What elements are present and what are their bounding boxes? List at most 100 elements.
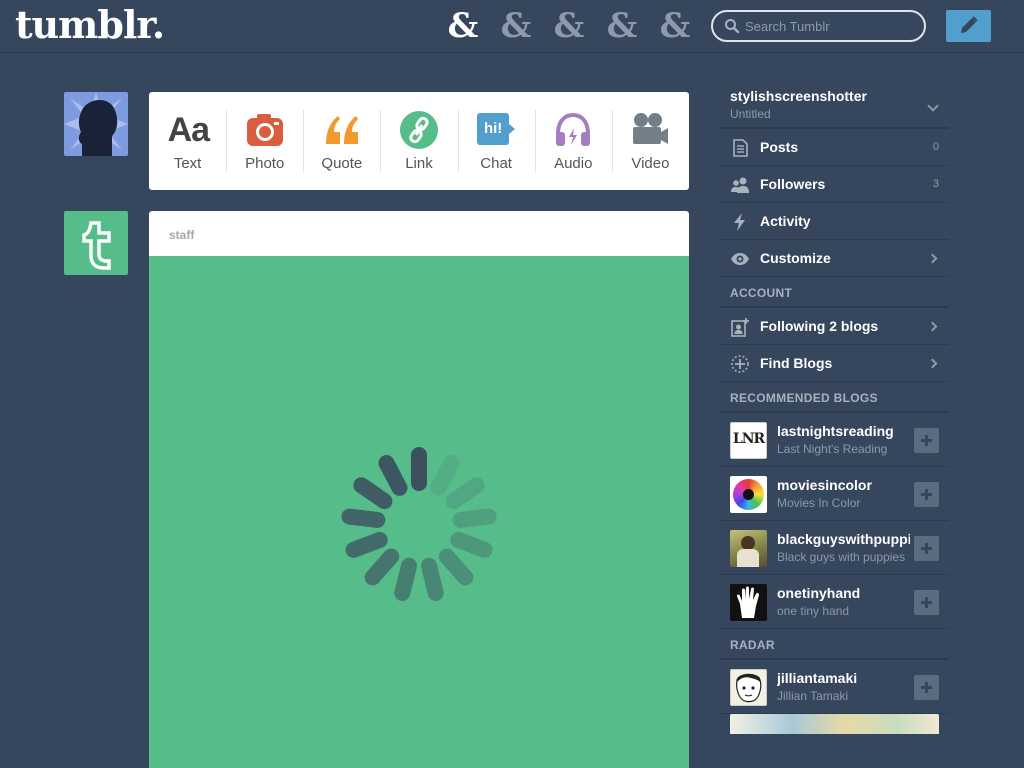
compose-button[interactable] <box>946 10 991 42</box>
sidebar-item-followers[interactable]: Followers 3 <box>720 166 949 203</box>
top-bar: tumblr. & & & & & <box>0 0 1024 53</box>
post-type-text[interactable]: Aa Text <box>149 92 226 190</box>
section-title-text: RADAR <box>730 638 775 652</box>
followers-count: 3 <box>932 178 939 190</box>
posts-icon <box>733 139 748 157</box>
loading-spinner-icon <box>341 447 497 601</box>
tumblr-logo[interactable]: tumblr. <box>15 2 165 47</box>
nav-dashboard-icon[interactable]: & <box>446 6 480 46</box>
post-type-video[interactable]: Video <box>611 92 689 190</box>
recommended-section-title: RECOMMENDED BLOGS <box>720 382 949 413</box>
blog-subtitle: Last Night's Reading <box>777 442 888 456</box>
sidebar-item-following[interactable]: Following 2 blogs <box>720 308 949 345</box>
nav-messages-icon[interactable]: & <box>605 6 639 46</box>
headphones-icon <box>556 112 591 146</box>
chevron-right-icon <box>927 321 938 332</box>
blog-name[interactable]: onetinyhand <box>777 585 910 601</box>
recommended-blog-row[interactable]: blackguyswithpuppies Black guys with pup… <box>720 521 949 575</box>
sidebar-item-posts[interactable]: Posts 0 <box>720 129 949 166</box>
sidebar-item-label: Find Blogs <box>760 355 833 371</box>
post-author[interactable]: staff <box>149 211 689 256</box>
pencil-icon <box>961 16 978 33</box>
post-type-label: Link <box>405 155 433 172</box>
blog-name[interactable]: lastnightsreading <box>777 423 910 439</box>
followers-icon <box>731 177 749 193</box>
section-title-text: RECOMMENDED BLOGS <box>730 391 878 405</box>
follow-button[interactable] <box>914 675 939 700</box>
sidebar-item-activity[interactable]: Activity <box>720 203 949 240</box>
sidebar-item-label: Following 2 blogs <box>760 318 879 334</box>
post-type-label: Text <box>173 155 202 172</box>
tumblr-t-icon <box>82 221 111 270</box>
user-avatar[interactable] <box>64 92 128 156</box>
recommended-blog-row[interactable]: LNR lastnightsreading Last Night's Readi… <box>720 413 949 467</box>
post-media[interactable] <box>149 256 689 768</box>
follow-button[interactable] <box>914 590 939 615</box>
find-blogs-icon <box>731 355 749 373</box>
blog-subtitle: Jillian Tamaki <box>777 689 849 703</box>
search-icon <box>725 19 740 34</box>
blog-subtitle: Untitled <box>730 107 771 121</box>
radar-post-image[interactable] <box>730 714 939 734</box>
radar-section-title: RADAR <box>720 629 949 660</box>
search-box[interactable] <box>711 10 926 42</box>
quote-icon <box>325 116 358 144</box>
post-type-quote[interactable]: Quote <box>303 92 380 190</box>
following-icon <box>731 318 749 337</box>
post-type-label: Quote <box>321 155 363 172</box>
post-type-link[interactable]: Link <box>380 92 457 190</box>
blog-name[interactable]: blackguyswithpuppies <box>777 531 910 547</box>
nav-inbox-icon[interactable]: & <box>552 6 586 46</box>
follow-button[interactable] <box>914 482 939 507</box>
blog-avatar-lettering: LNR <box>732 431 765 447</box>
camera-icon <box>246 114 283 146</box>
sidebar-item-find-blogs[interactable]: Find Blogs <box>720 345 949 382</box>
recommended-blog-row[interactable]: moviesincolor Movies In Color <box>720 467 949 521</box>
blog-avatar[interactable]: LNR <box>730 422 767 459</box>
link-icon <box>399 111 438 149</box>
blog-avatar[interactable] <box>730 476 767 513</box>
nav-account-icon[interactable]: & <box>658 6 692 46</box>
blog-name[interactable]: moviesincolor <box>777 477 910 493</box>
chat-icon: hi! <box>476 110 516 150</box>
video-camera-icon <box>633 113 669 144</box>
sidebar-item-customize[interactable]: Customize <box>720 240 949 277</box>
nav-explore-icon[interactable]: & <box>499 6 533 46</box>
chevron-right-icon <box>927 358 938 369</box>
blog-subtitle: Black guys with puppies <box>777 550 906 564</box>
follow-button[interactable] <box>914 428 939 453</box>
blog-subtitle: one tiny hand <box>777 604 850 618</box>
sidebar-item-label: Followers <box>760 176 826 192</box>
blog-name[interactable]: jilliantamaki <box>777 670 910 686</box>
blog-avatar[interactable] <box>730 584 767 621</box>
post-type-chat[interactable]: hi! Chat <box>457 92 535 190</box>
posts-count: 0 <box>932 141 939 153</box>
post-type-label: Audio <box>554 155 593 172</box>
sidebar: stylishscreenshotter Untitled Posts 0 Fo… <box>720 80 949 734</box>
post-type-photo[interactable]: Photo <box>226 92 303 190</box>
post-type-bar: Aa Text Photo Quote Link hi! Chat Audio … <box>149 92 689 190</box>
blog-switcher[interactable]: stylishscreenshotter Untitled <box>720 80 949 129</box>
post-type-label: Video <box>631 155 670 172</box>
sidebar-item-label: Customize <box>760 250 831 266</box>
post-type-label: Chat <box>480 155 512 172</box>
recommended-blog-row[interactable]: onetinyhand one tiny hand <box>720 575 949 629</box>
sidebar-item-label: Posts <box>760 139 799 155</box>
eye-icon <box>731 253 749 265</box>
staff-avatar[interactable] <box>64 211 128 275</box>
blog-avatar[interactable] <box>730 530 767 567</box>
sidebar-item-label: Activity <box>760 213 811 229</box>
blog-avatar[interactable] <box>730 669 767 706</box>
dashboard-post: staff <box>149 211 689 768</box>
section-title-text: ACCOUNT <box>730 286 793 300</box>
chevron-right-icon <box>927 253 938 264</box>
account-section-title: ACCOUNT <box>720 277 949 308</box>
post-type-audio[interactable]: Audio <box>534 92 612 190</box>
blog-name: stylishscreenshotter <box>730 88 867 104</box>
search-input[interactable] <box>745 17 915 35</box>
blog-subtitle: Movies In Color <box>777 496 861 510</box>
radar-blog-row[interactable]: jilliantamaki Jillian Tamaki <box>720 660 949 714</box>
text-icon: Aa <box>167 111 210 149</box>
follow-button[interactable] <box>914 536 939 561</box>
chevron-down-icon <box>927 100 939 112</box>
